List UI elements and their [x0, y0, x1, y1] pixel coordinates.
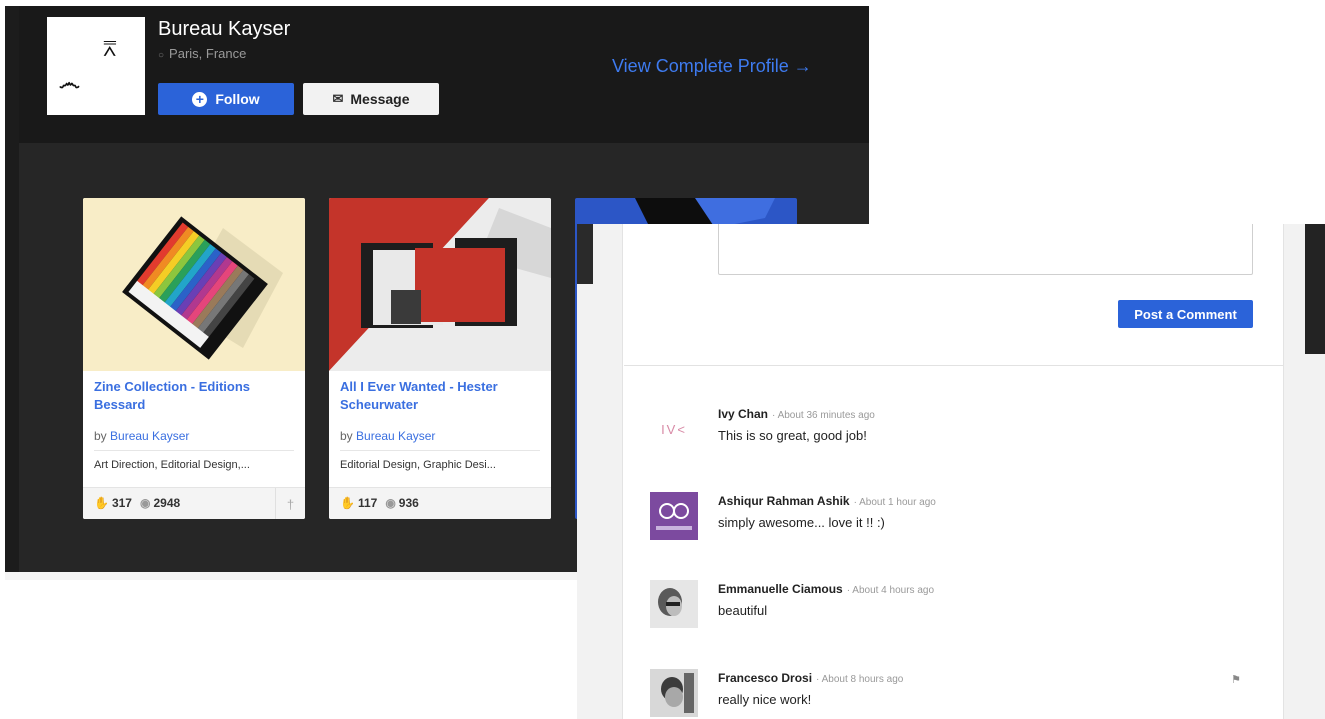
profile-location: ○ Paris, France: [158, 46, 246, 61]
project-title[interactable]: All I Ever Wanted - Hester Scheurwater: [340, 378, 540, 414]
views-stat: ◉ 936: [385, 496, 419, 510]
eye-icon: ◉: [139, 496, 151, 510]
comment-time: · About 4 hours ago: [846, 585, 935, 596]
avatar[interactable]: [650, 580, 698, 628]
window-edge: [5, 6, 19, 580]
comment-time: · About 1 hour ago: [853, 497, 936, 508]
rainbow-zine-box-image: [122, 216, 283, 360]
avatar-photo: [650, 580, 698, 628]
appreciations-count: 317: [111, 496, 132, 510]
comment-author[interactable]: Ivy Chan: [718, 407, 768, 421]
comment-author[interactable]: Francesco Drosi: [718, 671, 812, 685]
avatar-image: [656, 503, 692, 530]
thumbs-up-icon: ✋: [340, 496, 355, 510]
location-text: Paris, France: [169, 46, 247, 61]
divider: [624, 365, 1283, 366]
views-stat: ◉ 2948: [140, 496, 180, 510]
avatar-photo: [650, 669, 698, 717]
project-stats: ✋ 317 ◉ 2948: [94, 496, 180, 510]
project-author-link[interactable]: Bureau Kayser: [356, 429, 435, 443]
logo-glyph-top: ⩞: [103, 37, 117, 62]
envelope-icon: ✉: [332, 91, 344, 106]
profile-logo[interactable]: ⩞ ෴: [47, 17, 145, 115]
comment-header: Emmanuelle Ciamous · About 4 hours ago: [718, 582, 934, 596]
comment-header: Ivy Chan · About 36 minutes ago: [718, 407, 875, 421]
plus-circle-icon: +: [192, 91, 208, 107]
project-byline: by Bureau Kayser: [340, 429, 435, 443]
views-count: 2948: [153, 496, 181, 510]
project-stats-bar: ✋ 117 ◉ 936: [329, 487, 551, 519]
comments-window: Post a Comment IV< Ivy Chan · About 36 mi…: [577, 224, 1325, 719]
project-thumbnail[interactable]: [329, 198, 551, 371]
project-fields[interactable]: Editorial Design, Graphic Desi...: [340, 459, 496, 471]
thumbs-up-icon: ✋: [94, 496, 109, 510]
appreciations-count: 117: [357, 496, 378, 510]
comment-time: · About 8 hours ago: [816, 674, 904, 685]
project-stats: ✋ 117 ◉ 936: [340, 496, 419, 510]
project-card[interactable]: Zine Collection - Editions Bessard by Bu…: [83, 198, 305, 519]
project-card[interactable]: All I Ever Wanted - Hester Scheurwater b…: [329, 198, 551, 519]
project-title[interactable]: Zine Collection - Editions Bessard: [94, 378, 294, 414]
follow-label: Follow: [215, 91, 260, 107]
left-rail-dark: [577, 224, 593, 284]
divider: [340, 450, 540, 451]
project-stats-bar: ✋ 317 ◉ 2948 †: [83, 487, 305, 519]
profile-name[interactable]: Bureau Kayser: [158, 18, 290, 41]
comment-text: beautiful: [718, 603, 768, 618]
avatar[interactable]: IV<: [650, 405, 698, 453]
appreciations-stat: ✋ 317: [94, 496, 132, 510]
by-prefix: by: [340, 429, 353, 443]
project-author-link[interactable]: Bureau Kayser: [110, 429, 189, 443]
avatar[interactable]: [650, 492, 698, 540]
red-book-spread-image: [329, 198, 551, 371]
pin-icon[interactable]: †: [275, 488, 305, 519]
project-fields[interactable]: Art Direction, Editorial Design,...: [94, 459, 250, 471]
project-byline: by Bureau Kayser: [94, 429, 189, 443]
comment-textarea[interactable]: [718, 224, 1253, 275]
map-pin-icon: ○: [158, 50, 165, 61]
comment-text: simply awesome... love it !! :): [718, 515, 885, 530]
comment-text: This is so great, good job!: [718, 428, 867, 443]
left-rail: [577, 224, 623, 719]
comment-author[interactable]: Ashiqur Rahman Ashik: [718, 494, 850, 508]
avatar[interactable]: [650, 669, 698, 717]
comment-header: Francesco Drosi · About 8 hours ago: [718, 671, 903, 685]
message-button[interactable]: ✉ Message: [303, 83, 439, 115]
comment-author[interactable]: Emmanuelle Ciamous: [718, 582, 843, 596]
appreciations-stat: ✋ 117: [340, 496, 377, 510]
views-count: 936: [398, 496, 419, 510]
project-thumbnail[interactable]: [83, 198, 305, 371]
comment-text: really nice work!: [718, 692, 812, 707]
comment-header: Ashiqur Rahman Ashik · About 1 hour ago: [718, 494, 936, 508]
by-prefix: by: [94, 429, 107, 443]
post-comment-button[interactable]: Post a Comment: [1118, 300, 1253, 328]
eye-icon: ◉: [385, 496, 396, 510]
comment-time: · About 36 minutes ago: [772, 410, 875, 421]
right-rail-dark: [1305, 224, 1325, 354]
message-label: Message: [350, 91, 410, 107]
divider: [94, 450, 294, 451]
follow-button[interactable]: + Follow: [158, 83, 294, 115]
view-complete-profile-link[interactable]: View Complete Profile →: [612, 56, 812, 77]
logo-glyph-bottom: ෴: [59, 71, 80, 96]
flag-icon[interactable]: ⚑: [1231, 673, 1241, 686]
profile-header: ⩞ ෴ Bureau Kayser ○ Paris, France + Follo…: [19, 6, 869, 143]
